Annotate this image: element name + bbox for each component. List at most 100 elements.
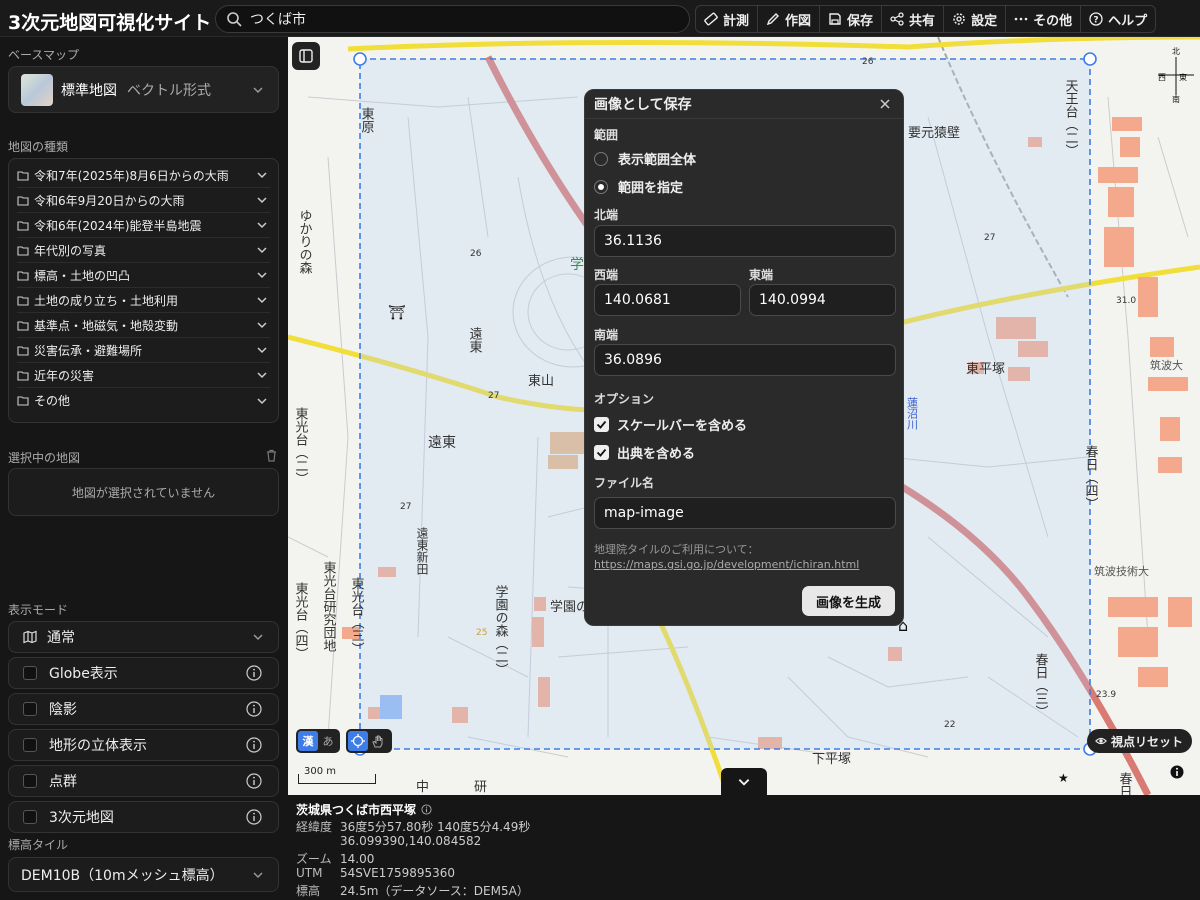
maptype-item[interactable]: その他 xyxy=(17,388,270,413)
map-label: 遠東新田 xyxy=(415,527,429,575)
toggle-terrain[interactable]: 地形の立体表示 xyxy=(8,729,279,761)
save-button[interactable]: 保存 xyxy=(820,6,883,32)
filename-input[interactable] xyxy=(594,497,896,529)
draw-button[interactable]: 作図 xyxy=(758,6,821,32)
maptype-item[interactable]: 土地の成り立ち・土地利用 xyxy=(17,288,270,313)
basemap-section-label: ベースマップ xyxy=(8,48,80,62)
checkbox[interactable] xyxy=(23,738,37,752)
attribution-info-icon[interactable] xyxy=(1170,765,1184,779)
maptype-label: その他 xyxy=(34,394,71,408)
displaymode-value: 通常 xyxy=(47,630,75,646)
info-icon[interactable] xyxy=(421,804,432,815)
map-label: 学 xyxy=(570,257,584,273)
include-credit-option[interactable]: 出典を含める xyxy=(594,443,695,462)
search-box[interactable] xyxy=(215,5,690,33)
maptypes-section-label: 地図の種類 xyxy=(8,140,69,154)
generate-image-button[interactable]: 画像を生成 xyxy=(802,586,895,616)
search-input[interactable] xyxy=(250,11,670,27)
location-title: 茨城県つくば市西平塚 xyxy=(296,801,432,818)
info-icon[interactable] xyxy=(246,665,262,681)
compass-north: 北 xyxy=(1172,47,1180,56)
south-input[interactable] xyxy=(594,344,896,376)
location-toggle[interactable] xyxy=(346,729,392,753)
west-input[interactable] xyxy=(594,284,741,316)
star-icon: ★ xyxy=(1058,771,1069,785)
kanji-toggle[interactable]: 漢 xyxy=(298,731,318,751)
tile-usage-link[interactable]: https://maps.gsi.go.jp/development/ichir… xyxy=(594,558,859,571)
maptype-item[interactable]: 令和6年9月20日からの大雨 xyxy=(17,188,270,213)
maptype-item[interactable]: 基準点・地磁気・地殻変動 xyxy=(17,313,270,338)
save-image-dialog: 画像として保存 範囲 表示範囲全体 範囲を指定 北端 西端 東端 南端 オプショ… xyxy=(584,89,904,626)
settings-label: 設定 xyxy=(971,13,998,29)
basemap-select[interactable]: 標準地図 ベクトル形式 xyxy=(8,66,279,113)
checkbox-checked[interactable] xyxy=(594,445,609,460)
location-info-panel: 茨城県つくば市西平塚 経緯度 36度5分57.80秒 140度5分4.49秒 36… xyxy=(288,795,1200,900)
tile-usage-note: 地理院タイルのご利用について： https://maps.gsi.go.jp/d… xyxy=(594,542,859,572)
toggle-hillshade[interactable]: 陰影 xyxy=(8,693,279,725)
maptype-item[interactable]: 近年の災害 xyxy=(17,363,270,388)
map-label: 中 xyxy=(416,780,429,795)
radio-button-selected[interactable] xyxy=(594,179,608,194)
maptype-label: 災害伝承・避難場所 xyxy=(34,343,143,358)
maptype-label: 令和6年9月20日からの大雨 xyxy=(34,193,185,208)
collapse-info-button[interactable] xyxy=(721,768,767,796)
checkbox[interactable] xyxy=(23,702,37,716)
sidebar-toggle-button[interactable] xyxy=(292,42,320,70)
map-label: 東光台（四） xyxy=(293,581,309,660)
elevation-select[interactable]: DEM10B（10mメッシュ標高） xyxy=(8,857,279,892)
toggle-3dmap[interactable]: 3次元地図 xyxy=(8,801,279,833)
info-icon[interactable] xyxy=(246,737,262,753)
maptype-list: 令和7年(2025年)8月6日からの大雨 令和6年9月20日からの大雨 令和6年… xyxy=(8,158,279,423)
reset-view-button[interactable]: 視点リセット xyxy=(1087,729,1192,753)
map-label: 東山 xyxy=(528,373,554,389)
toggle-pointcloud[interactable]: 点群 xyxy=(8,765,279,797)
east-input[interactable] xyxy=(749,284,896,316)
compass-east: 東 xyxy=(1179,72,1187,82)
include-scalebar-option[interactable]: スケールバーを含める xyxy=(594,415,747,434)
maptype-label: 令和6年(2024年)能登半島地震 xyxy=(34,218,202,233)
scale-bar: 300 m xyxy=(298,764,376,784)
radio-all-extent[interactable]: 表示範囲全体 xyxy=(594,149,696,168)
elevation-number: 25 xyxy=(476,628,487,638)
map-label: 東光台研究団地 xyxy=(321,560,337,652)
checkbox[interactable] xyxy=(23,810,37,824)
more-button[interactable]: その他 xyxy=(1006,6,1082,32)
info-icon[interactable] xyxy=(246,773,262,789)
checkbox-checked[interactable] xyxy=(594,417,609,432)
share-label: 共有 xyxy=(909,13,936,29)
measure-button[interactable]: 計測 xyxy=(696,6,759,32)
maptype-item[interactable]: 年代別の写真 xyxy=(17,238,270,263)
kana-toggle[interactable]: あ xyxy=(318,731,338,751)
maptype-item[interactable]: 令和6年(2024年)能登半島地震 xyxy=(17,213,270,238)
share-button[interactable]: 共有 xyxy=(882,6,945,32)
close-icon[interactable] xyxy=(879,98,891,110)
info-icon[interactable] xyxy=(246,809,262,825)
maptype-item[interactable]: 災害伝承・避難場所 xyxy=(17,338,270,363)
location-name: 茨城県つくば市西平塚 xyxy=(296,803,417,817)
radio-button[interactable] xyxy=(594,151,608,166)
toggle-globe[interactable]: Globe表示 xyxy=(8,657,279,689)
settings-button[interactable]: 設定 xyxy=(944,6,1007,32)
map-label: 東平塚 xyxy=(966,361,1005,377)
trash-icon[interactable] xyxy=(265,449,278,462)
utm-key: UTM xyxy=(296,866,323,880)
south-label: 南端 xyxy=(594,328,619,342)
help-button[interactable]: ? ヘルプ xyxy=(1081,6,1155,32)
maptype-item[interactable]: 令和7年(2025年)8月6日からの大雨 xyxy=(17,163,270,188)
locate-button[interactable] xyxy=(348,731,368,751)
radio-custom-extent[interactable]: 範囲を指定 xyxy=(594,177,683,196)
elevation-number: 27 xyxy=(488,391,499,401)
chevron-down-icon xyxy=(257,247,267,254)
north-input[interactable] xyxy=(594,225,896,257)
info-icon[interactable] xyxy=(246,701,262,717)
checkbox[interactable] xyxy=(23,774,37,788)
maptype-item[interactable]: 標高・土地の凹凸 xyxy=(17,263,270,288)
label-mode-toggle[interactable]: 漢 あ xyxy=(296,729,340,753)
folder-icon xyxy=(17,370,29,381)
map-label: 東光台（二） xyxy=(293,406,309,485)
pan-button[interactable] xyxy=(368,731,388,751)
checkbox[interactable] xyxy=(23,666,37,680)
coord-decimal: 36.099390,140.084582 xyxy=(340,834,482,848)
displaymode-select[interactable]: 通常 xyxy=(8,621,279,653)
chevron-down-icon xyxy=(257,372,267,379)
